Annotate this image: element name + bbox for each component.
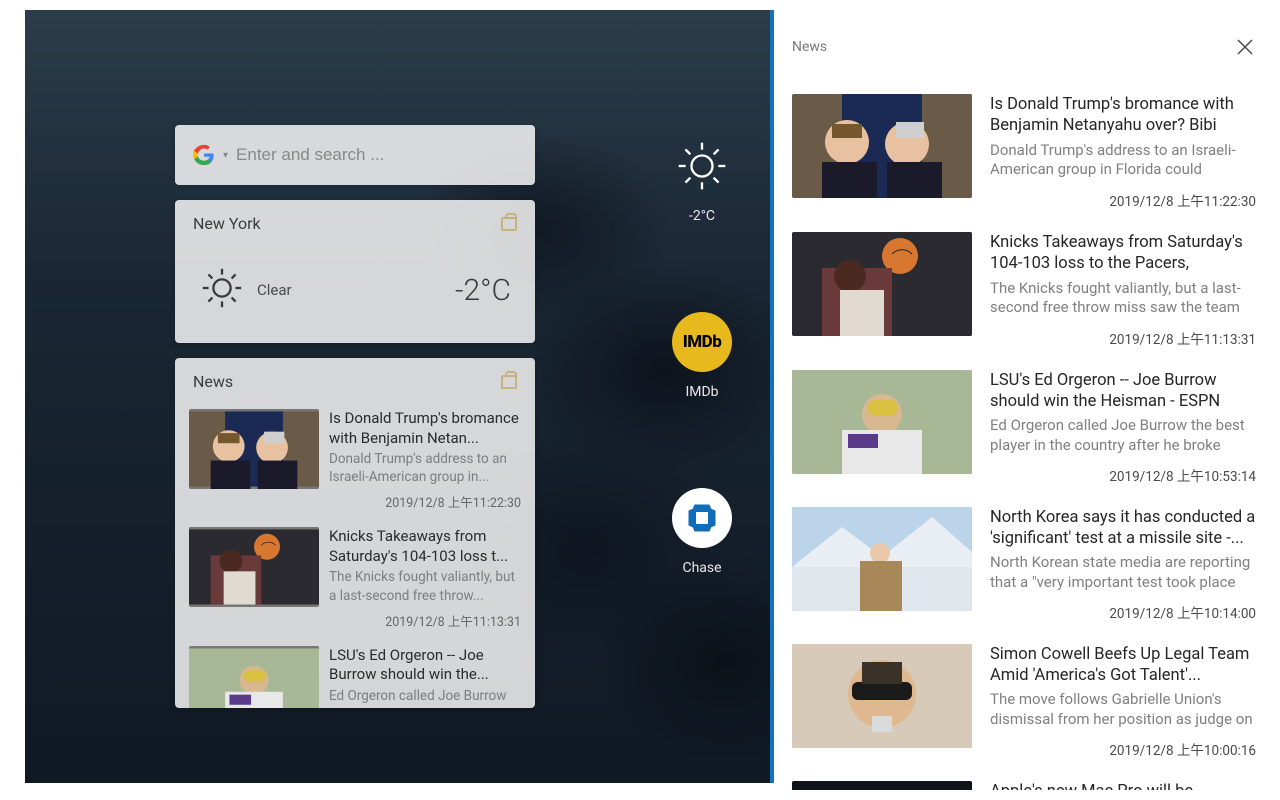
search-input[interactable]	[236, 145, 517, 165]
news-item-date: 2019/12/8 上午10:14:00	[990, 602, 1256, 622]
widgets-column: ▾ New York Clear -2°C News	[175, 125, 535, 723]
desktop-background: ▾ New York Clear -2°C News	[25, 10, 774, 783]
news-item-date: 2019/12/8 上午11:22:30	[990, 190, 1256, 210]
launcher-chase-label: Chase	[657, 560, 747, 576]
news-thumbnail	[189, 409, 319, 489]
news-thumbnail	[792, 370, 972, 474]
news-item-desc: The Knicks fought valiantly, but a last-…	[990, 279, 1256, 318]
sun-icon	[672, 136, 732, 196]
news-item-desc: Donald Trump's address to an Israeli-Ame…	[990, 141, 1256, 180]
news-item-title: Is Donald Trump's bromance with Benjamin…	[329, 409, 521, 448]
news-thumbnail	[792, 507, 972, 611]
news-item[interactable]: Is Donald Trump's bromance with Benjamin…	[175, 401, 535, 519]
search-engine-dropdown[interactable]: ▾	[223, 150, 228, 161]
launcher-weather-label: -2°C	[657, 208, 747, 224]
news-item[interactable]: Knicks Takeaways from Saturday's 104-103…	[788, 224, 1260, 362]
news-item-desc: The Knicks fought valiantly, but a last-…	[329, 568, 521, 604]
close-icon	[1236, 38, 1254, 56]
launcher-imdb[interactable]: IMDb IMDb	[657, 312, 747, 400]
news-item-date: 2019/12/8 上午11:13:31	[990, 328, 1256, 348]
news-thumbnail	[792, 781, 972, 790]
news-item-title: LSU's Ed Orgeron -- Joe Burrow should wi…	[329, 646, 521, 685]
news-item-date: 2019/12/8 上午10:00:16	[990, 739, 1256, 759]
news-item[interactable]: LSU's Ed Orgeron -- Joe Burrow should wi…	[788, 362, 1260, 499]
news-item[interactable]: Knicks Takeaways from Saturday's 104-103…	[175, 519, 535, 637]
news-item[interactable]: LSU's Ed Orgeron -- Joe Burrow should wi…	[175, 638, 535, 708]
news-item-date: 2019/12/8 上午11:22:30	[329, 492, 521, 511]
news-thumbnail	[792, 232, 972, 336]
news-item-desc: Ed Orgeron called Joe Burrow the best pl…	[990, 416, 1256, 455]
news-panel-title: News	[792, 39, 827, 55]
weather-card[interactable]: New York Clear -2°C	[175, 200, 535, 343]
news-item-date: 2019/12/8 上午10:53:14	[990, 465, 1256, 485]
news-item[interactable]: Apple's new Mac Pro will be available to…	[788, 773, 1260, 790]
news-widget: News Is Donald Trump's bromance with Ben…	[175, 358, 535, 708]
news-item[interactable]: North Korea says it has conducted a 'sig…	[788, 499, 1260, 636]
news-panel: News Is Donald Trump's bromance with Ben…	[778, 0, 1280, 800]
weather-city: New York	[193, 214, 261, 233]
launcher-chase[interactable]: Chase	[657, 488, 747, 576]
news-item-desc: North Korean state media are reporting t…	[990, 553, 1256, 592]
sun-icon	[199, 265, 245, 315]
news-thumbnail	[189, 646, 319, 708]
close-button[interactable]	[1236, 38, 1254, 56]
chase-logo	[672, 488, 732, 548]
news-item[interactable]: Is Donald Trump's bromance with Benjamin…	[788, 86, 1260, 224]
google-icon	[193, 144, 215, 166]
news-item-title: Is Donald Trump's bromance with Benjamin…	[990, 94, 1256, 137]
weather-temp: -2°C	[455, 273, 511, 308]
widget-options-icon[interactable]	[501, 217, 517, 231]
news-item[interactable]: Simon Cowell Beefs Up Legal Team Amid 'A…	[788, 636, 1260, 773]
news-item-title: Knicks Takeaways from Saturday's 104-103…	[990, 232, 1256, 275]
launcher-imdb-label: IMDb	[657, 384, 747, 400]
news-thumbnail	[792, 94, 972, 198]
news-item-title: Knicks Takeaways from Saturday's 104-103…	[329, 527, 521, 566]
launcher-column: -2°C IMDb IMDb Chase	[657, 136, 747, 664]
news-thumbnail	[792, 644, 972, 748]
news-item-title: North Korea says it has conducted a 'sig…	[990, 507, 1256, 549]
news-item-desc: Donald Trump's address to an Israeli-Ame…	[329, 450, 521, 486]
news-item-title: LSU's Ed Orgeron -- Joe Burrow should wi…	[990, 370, 1256, 412]
news-thumbnail	[189, 527, 319, 607]
imdb-logo: IMDb	[672, 312, 732, 372]
widget-options-icon[interactable]	[501, 375, 517, 389]
news-item-desc: Ed Orgeron called Joe Burrow	[329, 687, 521, 705]
launcher-weather[interactable]: -2°C	[657, 136, 747, 224]
news-widget-title: News	[193, 372, 233, 391]
search-card[interactable]: ▾	[175, 125, 535, 185]
news-item-date: 2019/12/8 上午11:13:31	[329, 611, 521, 630]
news-item-title: Simon Cowell Beefs Up Legal Team Amid 'A…	[990, 644, 1256, 686]
weather-condition: Clear	[257, 281, 292, 299]
news-item-title: Apple's new Mac Pro will be available to…	[990, 781, 1256, 790]
news-item-desc: The move follows Gabrielle Union's dismi…	[990, 690, 1256, 729]
